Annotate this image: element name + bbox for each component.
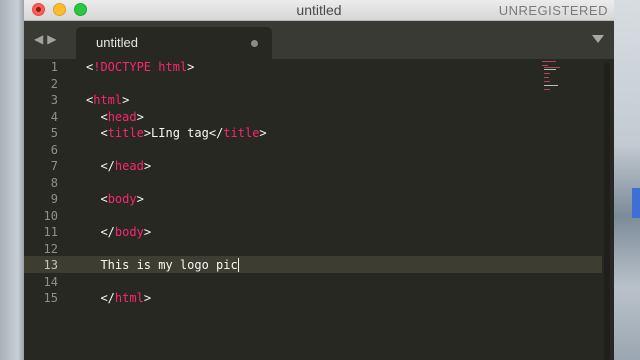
- line-number: 8: [50, 175, 58, 190]
- minimap-line: [544, 89, 550, 90]
- code-line-15: </html>: [100, 291, 152, 305]
- background-right: [614, 0, 640, 360]
- line-number: 7: [50, 159, 58, 173]
- minimap-line: [544, 67, 560, 68]
- line-number: 6: [50, 142, 58, 157]
- line-number-gutter: 1 2 3 4 5 6 7 8 9 10 11 12 13 14 15: [24, 59, 86, 360]
- minimap-line: [542, 61, 556, 62]
- line-number: 14: [43, 274, 58, 289]
- minimap-line: [544, 69, 556, 70]
- background-blue-shape: [632, 188, 640, 218]
- line-number: 2: [50, 76, 58, 91]
- vertical-scrollbar[interactable]: [604, 62, 610, 360]
- text-cursor: [237, 258, 239, 272]
- title-bar[interactable]: untitled UNREGISTERED: [24, 0, 614, 21]
- code-line-9: <body>: [100, 192, 144, 206]
- code-line-4: <head>: [100, 109, 144, 124]
- code-editor[interactable]: <!DOCTYPE html> <html> <head> <title>LIn…: [86, 59, 566, 360]
- code-line-13: This is my logo pic: [100, 258, 239, 272]
- minimap-line: [542, 65, 548, 66]
- minimap-line: [544, 85, 558, 86]
- minimap-line: [544, 73, 550, 74]
- line-number: 4: [50, 109, 58, 124]
- code-line-5: <title>LIng tag</title>: [100, 126, 267, 140]
- tab-bar: ◀▶ untitled: [24, 21, 614, 59]
- line-number: 3: [50, 93, 58, 107]
- line-number: 11: [43, 225, 58, 239]
- line-number: 15: [43, 291, 58, 305]
- line-number: 9: [50, 192, 58, 206]
- line-number: 10: [43, 208, 58, 223]
- forward-arrow-icon[interactable]: ▶: [47, 32, 60, 46]
- minimap-line: [544, 81, 550, 82]
- line-number: 1: [50, 60, 58, 74]
- chevron-down-icon[interactable]: [592, 35, 604, 43]
- code-line-1: <!DOCTYPE html>: [86, 60, 195, 74]
- line-number: 12: [43, 241, 58, 256]
- tab-nav-arrows: ◀▶: [34, 32, 60, 46]
- minimap-line: [544, 77, 549, 78]
- tab-untitled[interactable]: untitled: [76, 27, 272, 59]
- line-number-active: 13: [43, 258, 58, 272]
- code-line-11: </body>: [100, 225, 152, 239]
- back-arrow-icon[interactable]: ◀: [34, 32, 47, 46]
- code-line-3: <html>: [86, 93, 130, 107]
- tab-label: untitled: [96, 35, 138, 50]
- code-line-7: </head>: [100, 159, 152, 173]
- minimap[interactable]: [538, 60, 574, 100]
- unsaved-indicator-icon[interactable]: [251, 40, 258, 47]
- line-number: 5: [50, 126, 58, 140]
- editor-window: untitled UNREGISTERED ◀▶ untitled 1 2 3 …: [24, 0, 614, 360]
- unregistered-label: UNREGISTERED: [498, 3, 608, 18]
